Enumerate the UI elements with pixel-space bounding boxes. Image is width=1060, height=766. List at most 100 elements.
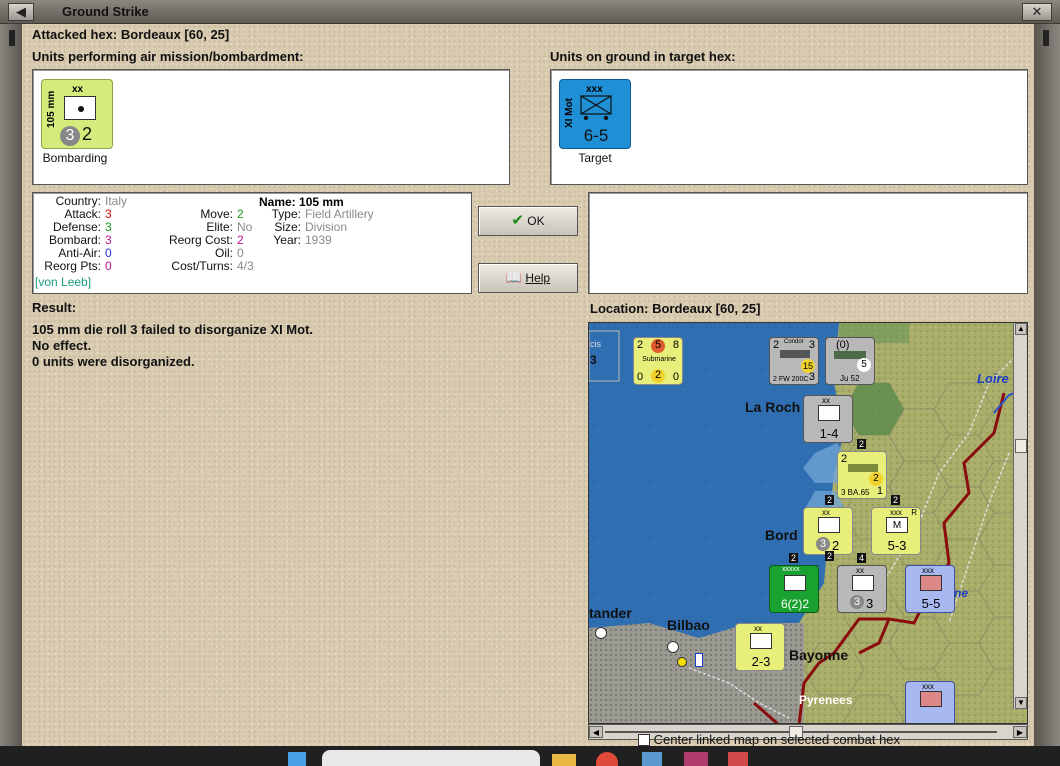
pinned-app-icon[interactable]	[728, 752, 748, 766]
map-vertical-scrollbar[interactable]: ▲ ▼	[1013, 323, 1027, 709]
move-value: 2	[82, 124, 93, 144]
map-label-bordeaux: Bord	[765, 527, 798, 543]
windows-start-icon[interactable]	[288, 752, 306, 766]
taskbar-search-box[interactable]	[322, 750, 540, 766]
anchor-icon-left	[595, 627, 607, 639]
stat-value: 4/3	[237, 259, 254, 273]
calculator-icon[interactable]	[642, 752, 662, 766]
commander-link[interactable]: [von Leeb]	[35, 275, 91, 289]
scroll-right-arrow-icon[interactable]: ▶	[1013, 726, 1027, 738]
ju52-counter[interactable]: (0) 5 Ju 52	[825, 337, 875, 385]
bottom-corps-counter[interactable]: xxx	[905, 681, 955, 723]
fighter-plane-icon	[848, 464, 878, 472]
bombarding-label: Bombarding	[42, 151, 108, 165]
file-explorer-icon[interactable]	[552, 754, 576, 766]
sub-top-left: 2	[637, 339, 644, 351]
unit-stats-left: Country: Italy Attack: 3 Defense: 3 Bombard: 3 A…	[33, 195, 127, 273]
result-line-1: 105 mm die roll 3 failed to disorganize …	[32, 322, 314, 337]
stat-value: No	[237, 220, 253, 234]
air-units-heading: Units performing air mission/bombardment…	[32, 49, 304, 64]
target-label: Target	[578, 151, 612, 165]
center-map-checkbox-row[interactable]: Center linked map on selected combat hex	[638, 732, 900, 747]
blue-corps-counter[interactable]: xxx 5-5	[905, 565, 955, 613]
ju52-top: (0)	[836, 339, 850, 351]
grey-div-strength: 1-4	[819, 426, 839, 441]
sub-name: Submarine	[642, 356, 676, 363]
grey-art-size: xx	[856, 566, 864, 575]
result-line-2: No effect.	[32, 338, 92, 353]
grey-artillery-counter[interactable]: xx 3 3	[837, 565, 887, 613]
mtn-div-strength: 2-3	[751, 654, 771, 669]
scroll-up-arrow-icon[interactable]: ▲	[1015, 323, 1027, 335]
location-map[interactable]: La Roch Bord Bilbao tander Bayonne Pyren…	[588, 322, 1028, 724]
map-label-loire: Loire	[977, 371, 1009, 386]
stat-key: Cost/Turns:	[171, 259, 233, 273]
condor-counter[interactable]: 2 Condor 3 15 2 FW 200C 3	[769, 337, 819, 385]
sub-b-right: 0	[672, 371, 679, 383]
green-army-counter[interactable]: xxxxx 6(2)2	[769, 565, 819, 613]
stat-value: 1939	[305, 233, 332, 247]
ba65-right: 2	[869, 472, 883, 486]
bombarding-unit-counter[interactable]: 105 mm xx 3 2	[41, 79, 113, 149]
sub-top-mid: 5	[651, 339, 665, 353]
infantry-symbol-icon	[818, 405, 840, 421]
stat-value: 3	[105, 207, 112, 221]
map-label-la-roche: La Roch	[745, 399, 801, 415]
help-button[interactable]: 📖 Help	[478, 263, 578, 293]
close-button[interactable]: ✕	[1022, 3, 1052, 21]
stat-value: Field Artillery	[305, 207, 374, 221]
unit-size-marker: xx	[72, 84, 84, 95]
artillery-dot-icon	[78, 106, 84, 112]
stat-key: Reorg Pts:	[44, 259, 101, 273]
target-strength: 6-5	[583, 126, 609, 145]
sub-b-left: 0	[637, 371, 644, 383]
ground-units-heading: Units on ground in target hex:	[550, 49, 736, 64]
minimize-button[interactable]: ◀	[8, 3, 34, 21]
stack-count-6: 4	[857, 553, 867, 563]
ba65-counter[interactable]: 2 2 3 BA.65 1	[837, 451, 887, 499]
stat-value: 2	[237, 207, 244, 221]
stat-value: 0	[237, 246, 244, 260]
attacked-hex-label: Attacked hex: Bordeaux [60, 25]	[32, 27, 230, 42]
partial-counter-mid: 3	[590, 353, 597, 367]
window-title: Ground Strike	[62, 4, 149, 19]
result-line-3: 0 units were disorganized.	[32, 354, 195, 369]
scroll-down-arrow-icon[interactable]: ▼	[1015, 697, 1027, 709]
submarine-counter[interactable]: 2 5 8 Submarine 0 2 0	[633, 337, 683, 385]
ba65-bottom: 3 BA.65	[841, 488, 870, 497]
condor-bottom: 2 FW 200C	[773, 376, 809, 383]
scroll-left-arrow-icon[interactable]: ◀	[589, 726, 603, 738]
center-map-checkbox[interactable]	[638, 734, 650, 746]
taskbar	[0, 746, 1060, 766]
anchor-icon-bilbao	[667, 641, 679, 653]
stat-row: Cost/Turns: 4/3	[133, 260, 273, 273]
city-marker-icon	[677, 657, 687, 667]
art-attack: 3	[816, 537, 830, 551]
map-label-santander: tander	[589, 605, 632, 621]
unit-stats-right: Type: Field Artillery Size: Division Year: 19…	[259, 208, 409, 247]
stat-value: 0	[105, 246, 112, 260]
stack-count-2: 2	[825, 495, 835, 505]
game-app-icon[interactable]	[684, 752, 708, 766]
mtn-div-symbol-icon	[750, 633, 772, 649]
ju52-right: 5	[857, 358, 871, 372]
artillery-counter-map[interactable]: xx 3 2	[803, 507, 853, 555]
ok-button[interactable]: ✔ OK	[478, 206, 578, 236]
checkmark-icon: ✔	[511, 212, 524, 229]
grey-division-counter[interactable]: xx 1-4	[803, 395, 853, 443]
blue-strength: 5-5	[921, 596, 941, 611]
vertical-scroll-thumb[interactable]	[1015, 439, 1027, 453]
map-label-ne: ne	[954, 586, 969, 600]
target-side-name: XI Mot	[564, 98, 575, 128]
mountain-division-counter[interactable]: xx 2-3	[735, 623, 785, 671]
blue-size: xxx	[922, 566, 934, 575]
target-size-marker: xxx	[586, 84, 603, 95]
mountain-counter[interactable]: xxx R M 5-3	[871, 507, 921, 555]
grey-art-symbol-icon	[852, 575, 874, 591]
help-book-icon: 📖	[505, 270, 523, 285]
art-size: xx	[822, 508, 830, 517]
condor-top: 2	[773, 339, 780, 351]
target-unit-counter[interactable]: XI Mot xxx 6-5	[559, 79, 631, 149]
chrome-icon[interactable]	[596, 752, 618, 766]
port-marker-icon	[695, 653, 703, 667]
